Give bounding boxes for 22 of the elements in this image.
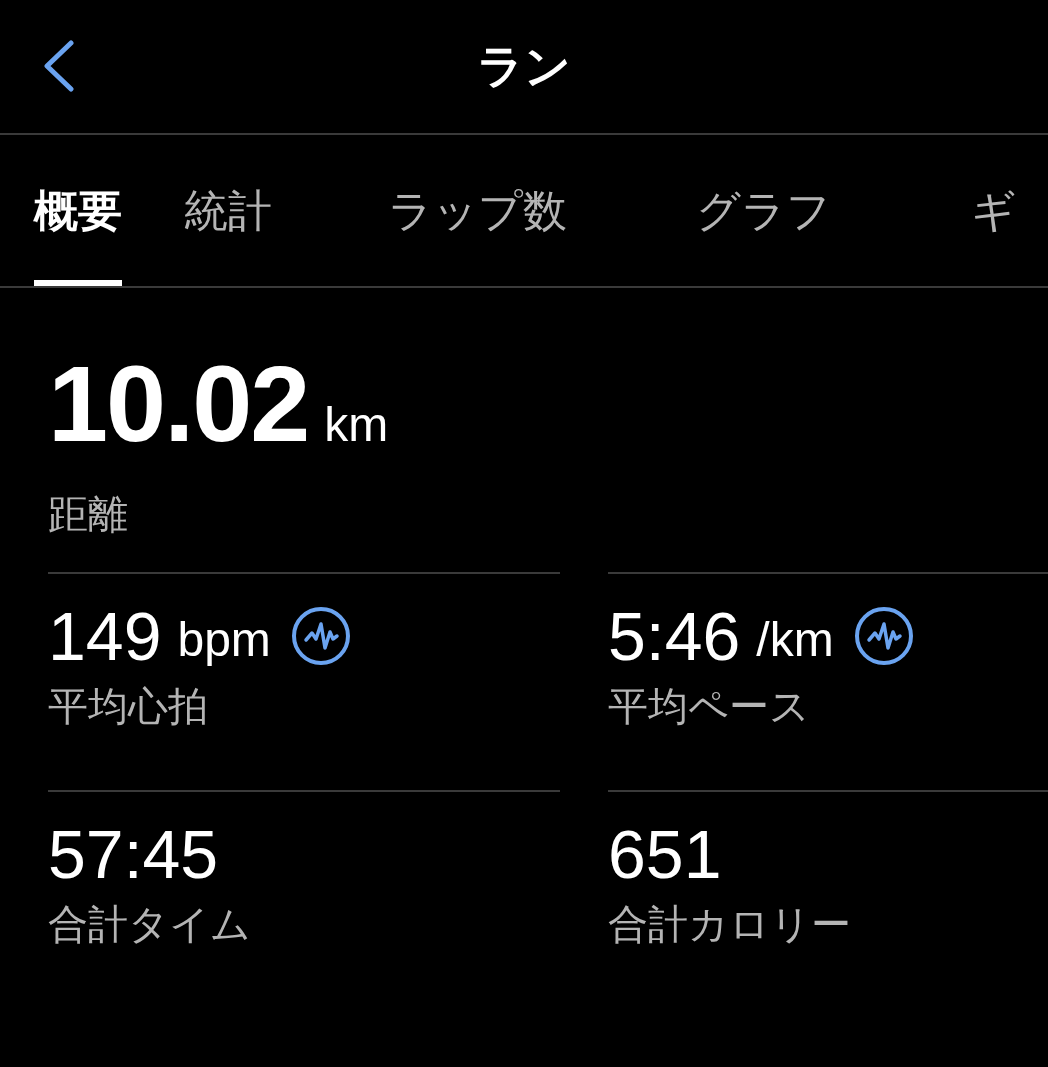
stat-label: 平均心拍: [48, 683, 209, 730]
stat-unit: bpm: [177, 616, 271, 664]
tab[interactable]: ギ: [971, 135, 1016, 286]
stat-value: 5:46: [608, 602, 741, 670]
distance-label: 距離: [48, 491, 129, 538]
stat-value: 149: [48, 602, 162, 670]
stat-label: 合計タイム: [48, 901, 252, 948]
chevron-left-icon: [41, 40, 75, 92]
stat-unit: /km: [756, 616, 834, 664]
stat-label: 平均ペース: [608, 683, 811, 730]
stat-label: 合計カロリー: [608, 901, 852, 948]
distance-value: 10.02: [48, 350, 309, 458]
heart-rate-icon[interactable]: [290, 606, 351, 666]
distance-unit: km: [324, 401, 389, 449]
stat-value: 57:45: [48, 820, 219, 888]
tab[interactable]: 概要: [34, 135, 122, 286]
screen-title: ラン: [477, 39, 571, 94]
tab[interactable]: 統計: [184, 135, 272, 286]
heart-rate-icon[interactable]: [853, 606, 914, 666]
tab[interactable]: グラフ: [696, 135, 831, 286]
stat-value: 651: [608, 820, 722, 888]
tab[interactable]: ラップ数: [388, 135, 567, 286]
